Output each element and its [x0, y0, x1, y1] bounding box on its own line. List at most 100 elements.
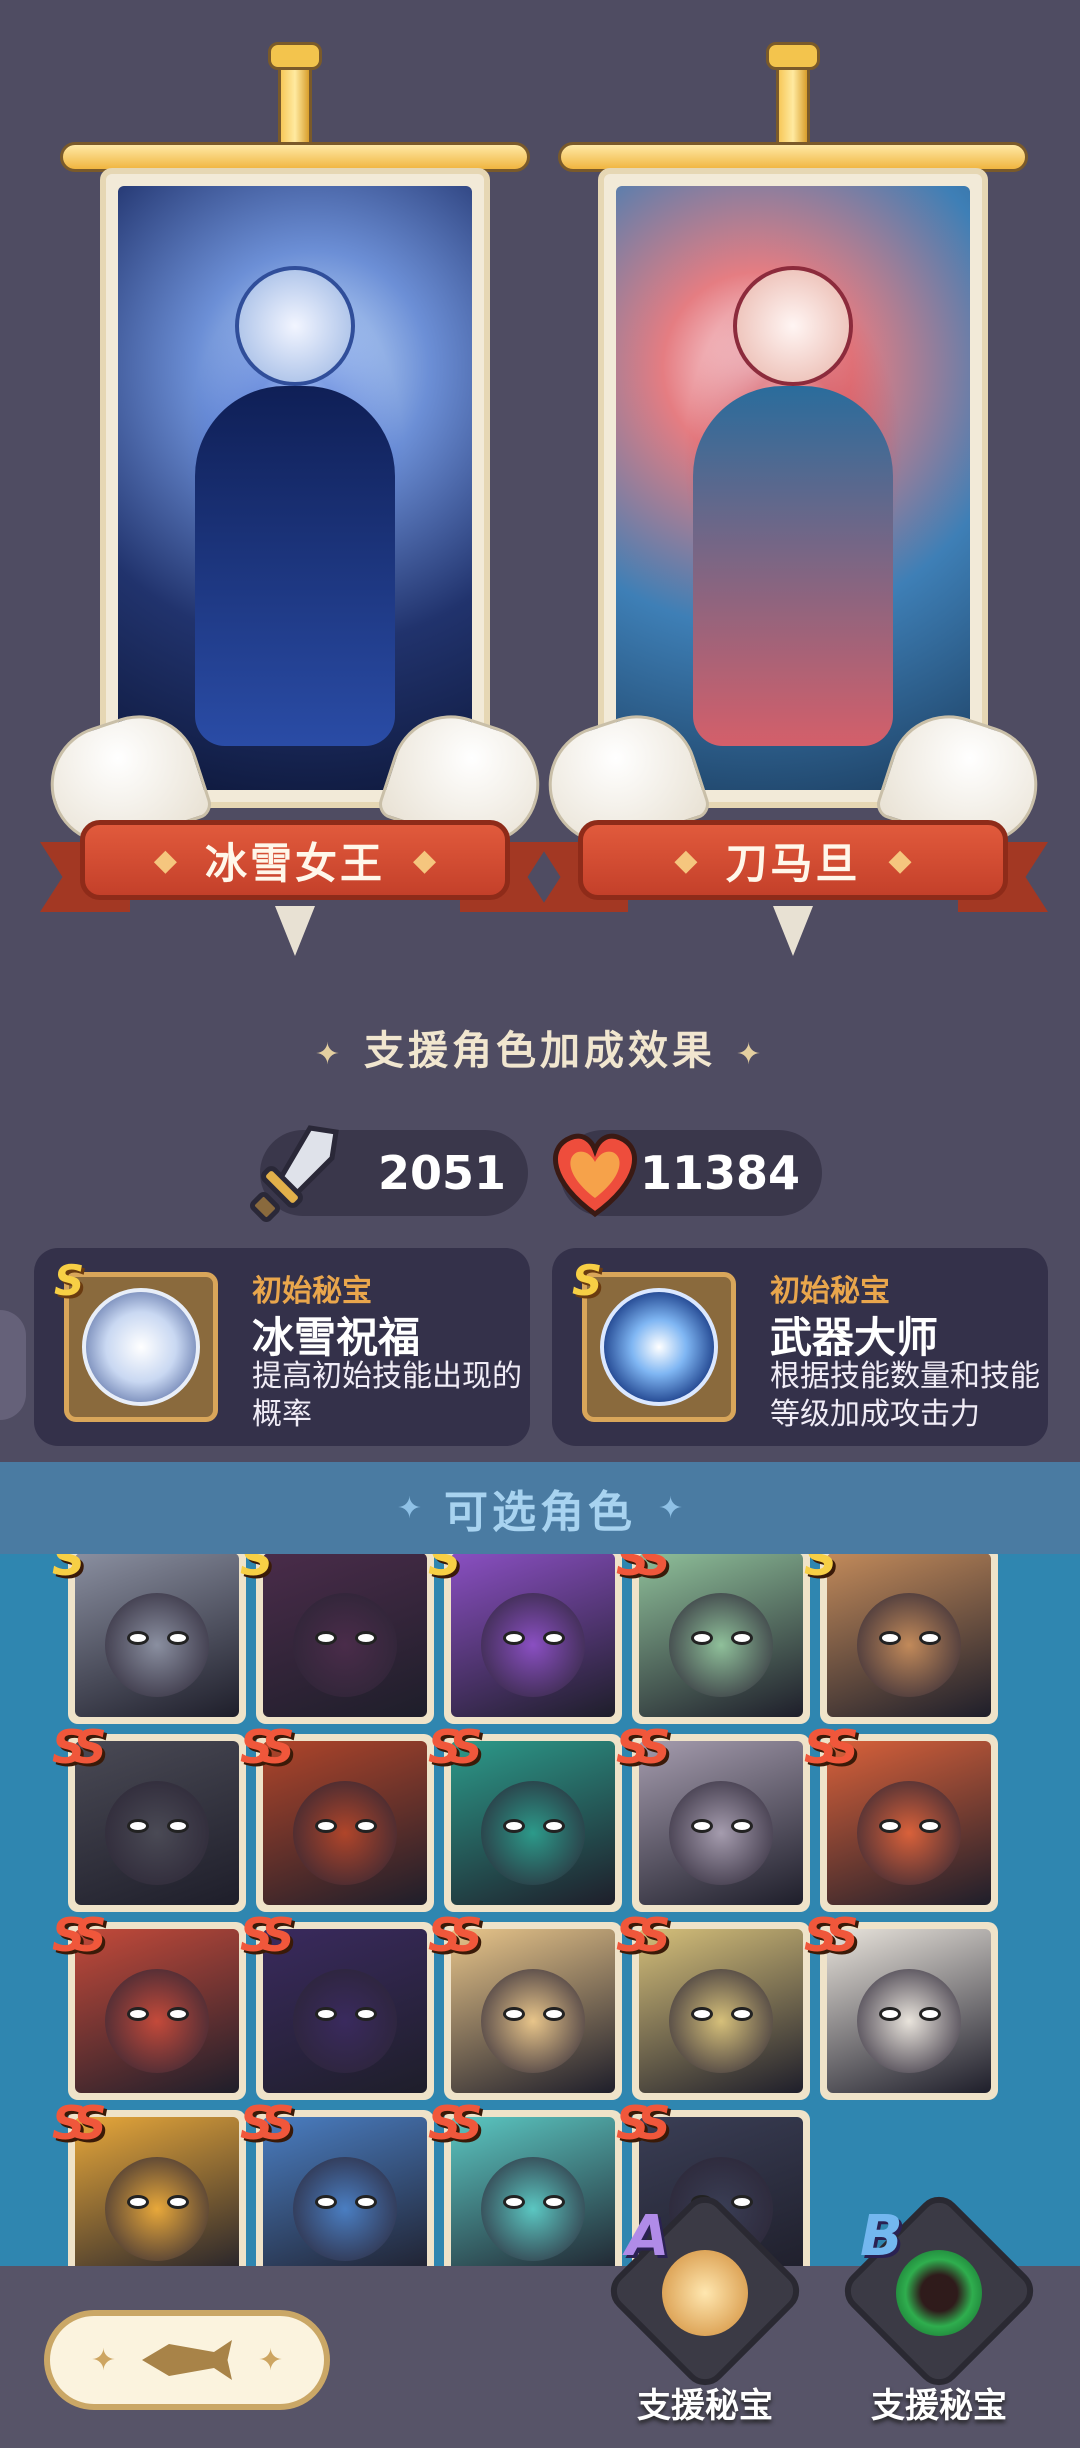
title-deco-right-icon: ✦ [736, 1037, 766, 1072]
treasure-name: 冰雪祝福 [252, 1313, 421, 1362]
treasure-name: 武器大师 [770, 1313, 939, 1362]
character-card[interactable]: S [240, 1554, 434, 1724]
health-value: 11384 [639, 1146, 800, 1200]
portrait-eye [503, 2007, 525, 2021]
portrait-eye [919, 1819, 941, 1833]
slot-label: 支援秘宝 [637, 2386, 773, 2426]
character-portrait [263, 1741, 427, 1905]
art-figure-head [733, 266, 853, 386]
featured-banner-daomadan[interactable]: ◆ 刀马旦 ◆ [533, 30, 1053, 960]
character-card[interactable]: SS [428, 2096, 622, 2266]
portrait-eye [167, 1631, 189, 1645]
portrait-head [857, 1969, 961, 2073]
character-art [616, 186, 970, 790]
portrait-eye [543, 1819, 565, 1833]
grade-badge: SS [428, 1908, 483, 1962]
treasure-desc: 根据技能数量和技能等级加成攻击力 [770, 1359, 1040, 1432]
portrait-eye [919, 2007, 941, 2021]
featured-banner-ice-queen[interactable]: ◆ 冰雪女王 ◆ [35, 30, 555, 960]
character-card[interactable]: SS [804, 1908, 998, 2100]
character-portrait [451, 1929, 615, 2093]
character-card[interactable]: SS [428, 1720, 622, 1912]
banner-cap [268, 42, 322, 70]
character-card[interactable]: S [428, 1554, 622, 1724]
portrait-eye [127, 1631, 149, 1645]
grade-badge: S [240, 1554, 273, 1586]
portrait-eye [731, 2195, 753, 2209]
character-portrait [263, 1554, 427, 1717]
character-portrait [451, 1554, 615, 1717]
character-card[interactable]: SS [240, 1720, 434, 1912]
grade-badge: SS [428, 2096, 483, 2150]
portrait-eye [355, 2007, 377, 2021]
portrait-head [293, 1593, 397, 1697]
grade-badge: SS [804, 1720, 859, 1774]
character-card[interactable]: SS [52, 1908, 246, 2100]
grade-badge: SS [52, 1908, 107, 1962]
portrait-head [857, 1593, 961, 1697]
character-card[interactable]: SS [428, 1908, 622, 2100]
portrait-head [293, 1781, 397, 1885]
character-portrait [639, 1741, 803, 1905]
portrait-eye [731, 1819, 753, 1833]
portrait-eye [503, 1819, 525, 1833]
character-card[interactable]: SS [52, 2096, 246, 2266]
character-portrait [75, 1741, 239, 1905]
slot-letter: B [860, 2204, 903, 2269]
portrait-eye [315, 2007, 337, 2021]
roster-header: ✦ 可选角色 ✦ [0, 1462, 1080, 1554]
character-name: 冰雪女王 [204, 838, 385, 888]
character-card[interactable]: SS [616, 1554, 810, 1724]
portrait-head [105, 1781, 209, 1885]
support-treasure-slot-a[interactable]: A 支援秘宝 [601, 2187, 809, 2440]
attack-stat: 2051 [250, 1125, 528, 1222]
character-portrait [639, 1554, 803, 1717]
character-card[interactable]: S [52, 1554, 246, 1724]
portrait-head [857, 1781, 961, 1885]
name-ribbon: ◆ 冰雪女王 ◆ [40, 820, 550, 916]
character-card[interactable]: SS [616, 1908, 810, 2100]
character-portrait [263, 2117, 427, 2266]
side-drawer-handle[interactable] [0, 1310, 26, 1420]
green-eye-icon [896, 2250, 982, 2336]
character-card[interactable]: S [804, 1554, 998, 1724]
treasure-card-ice-blessing[interactable]: S 初始秘宝 冰雪祝福 提高初始技能出现的概率 [34, 1248, 530, 1446]
bonus-title-text: 支援角色加成效果 [364, 1028, 716, 1074]
character-art [118, 186, 472, 790]
title-deco-right-icon: ✦ [658, 1490, 684, 1526]
name-ribbon: ◆ 刀马旦 ◆ [538, 820, 1048, 916]
ribbon-deco-icon: ◆ [888, 842, 912, 878]
grade-badge: SS [240, 2096, 295, 2150]
treasure-card-weapon-master[interactable]: S 初始秘宝 武器大师 根据技能数量和技能等级加成攻击力 [552, 1248, 1048, 1446]
art-figure-body [693, 386, 893, 746]
character-card[interactable]: SS [804, 1720, 998, 1912]
portrait-eye [355, 1631, 377, 1645]
character-card[interactable]: SS [240, 2096, 434, 2266]
portrait-head [293, 1969, 397, 2073]
character-portrait[interactable] [100, 168, 490, 808]
character-card[interactable]: SS [616, 1720, 810, 1912]
portrait-eye [127, 2007, 149, 2021]
portrait-eye [543, 1631, 565, 1645]
ribbon-deco-icon: ◆ [674, 842, 698, 878]
muscle-figure-icon [662, 2250, 748, 2336]
support-treasure-slot-b[interactable]: B 支援秘宝 [835, 2187, 1043, 2440]
fish-icon [142, 2340, 232, 2380]
character-portrait [827, 1929, 991, 2093]
character-card[interactable]: SS [52, 1720, 246, 1912]
heart-icon [540, 1118, 650, 1228]
grade-badge: SS [804, 1908, 859, 1962]
character-portrait[interactable] [598, 168, 988, 808]
character-portrait [263, 1929, 427, 2093]
title-deco-left-icon: ✦ [314, 1037, 344, 1072]
portrait-eye [503, 1631, 525, 1645]
character-card[interactable]: SS [240, 1908, 434, 2100]
bonus-section-title: ✦ 支援角色加成效果 ✦ [0, 1018, 1080, 1076]
grade-badge: SS [52, 2096, 107, 2150]
grade-badge: SS [616, 1554, 671, 1586]
portrait-eye [691, 1631, 713, 1645]
grade-badge: SS [428, 1720, 483, 1774]
filter-button[interactable]: ✦ ✦ [44, 2310, 330, 2410]
character-portrait [827, 1741, 991, 1905]
character-roster[interactable]: S S S SS S SS SS SS SS SS SS SS SS SS SS SS SS SS SS [0, 1554, 1080, 2266]
